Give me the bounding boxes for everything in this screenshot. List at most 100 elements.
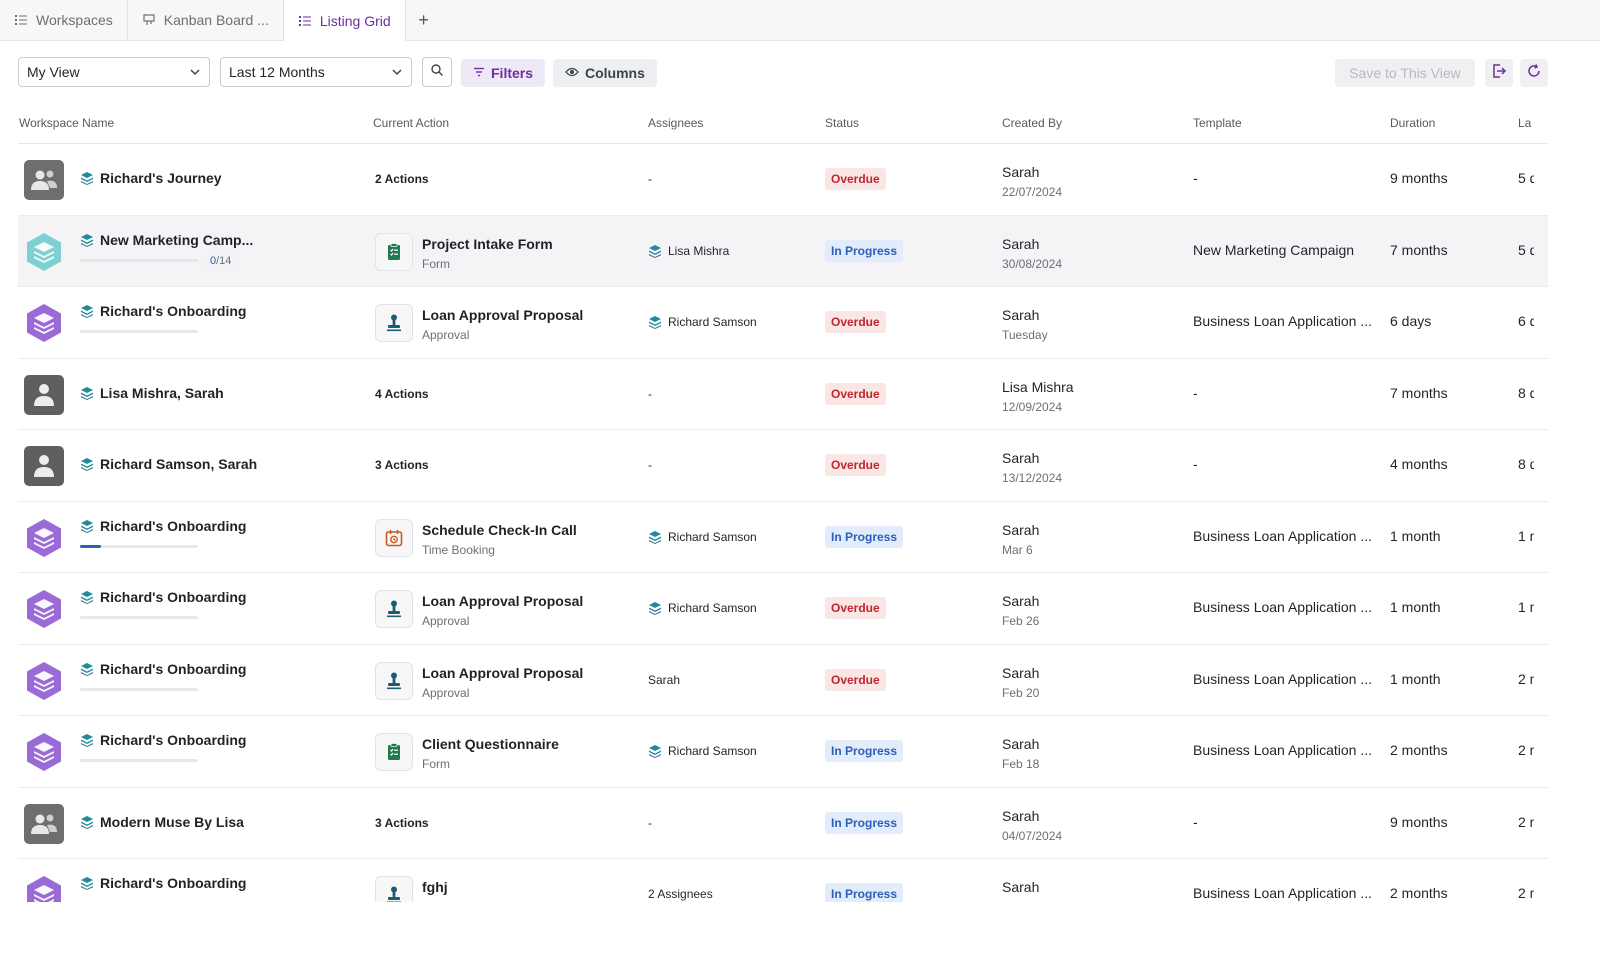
action-title[interactable]: Loan Approval Proposal xyxy=(422,593,583,609)
column-header[interactable]: Duration xyxy=(1390,116,1435,130)
table-row[interactable]: Richard Samson, Sarah 3 Actions - Overdue Sa… xyxy=(18,430,1548,502)
stack-icon xyxy=(80,876,94,890)
column-header[interactable]: Created By xyxy=(1002,116,1062,130)
workspace-name-cell[interactable]: Richard Samson, Sarah xyxy=(80,456,257,472)
duration-value: 7 months xyxy=(1390,384,1448,401)
actions-count[interactable]: 3 Actions xyxy=(375,458,429,472)
column-header[interactable]: Status xyxy=(825,116,859,130)
stack-icon xyxy=(80,304,94,318)
column-header[interactable]: La xyxy=(1518,116,1534,130)
created-by-name: Sarah xyxy=(1002,879,1040,895)
created-date: Mar 6 xyxy=(1002,542,1033,557)
duration-value: 2 months xyxy=(1390,742,1448,758)
table-row[interactable]: Richard's Onboarding fghj Approval 2 Assign… xyxy=(18,859,1548,902)
workspace-hexagon-icon xyxy=(24,232,64,272)
assignee-cell: Sarah xyxy=(648,673,680,687)
column-header[interactable]: Assignees xyxy=(648,116,703,130)
created-date: Feb 18 xyxy=(1002,757,1040,771)
last-activity-value: 5 d xyxy=(1518,170,1534,186)
table-row[interactable]: Richard's Onboarding Loan Approval Propos… xyxy=(18,573,1548,645)
progress-fill xyxy=(80,544,102,548)
created-by-name: Sarah xyxy=(1002,736,1040,752)
created-by-name: Sarah xyxy=(1002,593,1040,609)
actions-count[interactable]: 2 Actions xyxy=(375,172,429,186)
created-by-name: Lisa Mishra xyxy=(1002,378,1074,395)
table-row[interactable]: Modern Muse By Lisa 3 Actions - In Progress… xyxy=(18,788,1548,859)
workspace-name-cell[interactable]: Richard's Onboarding xyxy=(80,303,246,319)
action-title[interactable]: Client Questionnaire xyxy=(422,736,559,752)
assignee-name: Richard Samson xyxy=(668,529,757,544)
table-row[interactable]: Richard's Journey 2 Actions - Overdue Sarah 2… xyxy=(18,144,1548,216)
column-header[interactable]: Workspace Name xyxy=(19,116,114,130)
action-type: Approval xyxy=(422,328,470,342)
workspace-name-cell[interactable]: Richard's Onboarding xyxy=(80,661,246,677)
template-name: Business Loan Application ... xyxy=(1193,742,1373,758)
assignee-cell: 2 Assignees xyxy=(648,887,713,901)
status-badge: Overdue xyxy=(825,382,886,405)
progress-bar xyxy=(80,759,198,762)
workspace-hexagon-icon xyxy=(24,875,64,902)
action-title[interactable]: fghj xyxy=(422,879,448,895)
table-row[interactable]: Richard's Onboarding Client Questionnaire… xyxy=(18,716,1548,788)
assignee-name: Lisa Mishra xyxy=(668,243,730,258)
progress-bar xyxy=(80,687,198,691)
table-row[interactable]: Richard's Onboarding Schedule Check-In Ca… xyxy=(18,502,1548,573)
duration-value: 2 months xyxy=(1390,885,1448,901)
template-name: Business Loan Application ... xyxy=(1193,670,1373,687)
last-activity-value: 5 d xyxy=(1518,241,1534,258)
workspace-name-cell[interactable]: Richard's Journey xyxy=(80,170,222,186)
status-badge: Overdue xyxy=(825,668,886,691)
template-name: New Marketing Campaign xyxy=(1193,241,1355,258)
status-badge: In Progress xyxy=(825,239,904,262)
table-row[interactable]: Lisa Mishra, Sarah 4 Actions - Overdue Lisa … xyxy=(18,359,1548,430)
action-title[interactable]: Loan Approval Proposal xyxy=(422,307,583,323)
workspace-name-cell[interactable]: Lisa Mishra, Sarah xyxy=(80,385,224,401)
workspace-hexagon-icon xyxy=(24,661,64,701)
created-by-name: Sarah xyxy=(1002,164,1040,180)
created-by-name: Sarah xyxy=(1002,807,1040,824)
actions-count[interactable]: 4 Actions xyxy=(375,387,429,401)
stack-icon xyxy=(80,733,94,747)
assignee-cell: Richard Samson xyxy=(648,530,757,544)
duration-value: 7 months xyxy=(1390,241,1448,258)
workspace-name-cell[interactable]: Modern Muse By Lisa xyxy=(80,814,244,830)
assignee-cell: - xyxy=(648,172,652,186)
action-type: Approval xyxy=(422,900,469,902)
table-row[interactable]: Richard's Onboarding Loan Approval Propos… xyxy=(18,645,1548,716)
status-badge: In Progress xyxy=(825,525,904,548)
workspace-name: New Marketing Camp... xyxy=(100,231,254,248)
template-name: Business Loan Application ... xyxy=(1193,885,1373,901)
template-name: - xyxy=(1193,813,1198,830)
action-type: Approval xyxy=(422,614,470,628)
last-activity-value: 1 m xyxy=(1518,599,1534,615)
action-title[interactable]: Loan Approval Proposal xyxy=(422,665,583,681)
created-by-name: Sarah xyxy=(1002,664,1040,681)
action-title[interactable]: Project Intake Form xyxy=(422,236,553,252)
assignee-cell: Richard Samson xyxy=(648,315,757,329)
assignee-name: 2 Assignees xyxy=(648,887,713,901)
status-badge: In Progress xyxy=(825,883,904,902)
table-row[interactable]: New Marketing Camp... 0/14 Project Intake … xyxy=(18,215,1548,287)
created-date: 13/12/2024 xyxy=(1002,471,1063,485)
workspace-name-cell[interactable]: Richard's Onboarding xyxy=(80,732,246,748)
action-title[interactable]: Schedule Check-In Call xyxy=(422,522,577,538)
workspace-name: Richard's Onboarding xyxy=(100,732,247,748)
badge-total: /14 xyxy=(216,254,232,267)
workspace-name-cell[interactable]: Richard's Onboarding xyxy=(80,875,246,891)
last-activity-value: 8 d xyxy=(1518,384,1534,401)
column-header[interactable]: Current Action xyxy=(373,116,449,130)
stamp-icon xyxy=(375,590,413,628)
stack-icon xyxy=(80,171,94,185)
column-header[interactable]: Template xyxy=(1193,116,1242,130)
stack-icon xyxy=(80,457,94,471)
workspace-hexagon-icon xyxy=(24,303,64,343)
table-row[interactable]: Richard's Onboarding Loan Approval Propos… xyxy=(18,287,1548,359)
table-body: Richard's Journey 2 Actions - Overdue Sarah 2… xyxy=(18,144,1548,902)
template-name: - xyxy=(1193,384,1198,401)
workspace-name-cell[interactable]: Richard's Onboarding xyxy=(80,518,246,534)
duration-value: 9 months xyxy=(1390,813,1448,830)
workspace-name-cell[interactable]: Richard's Onboarding xyxy=(80,589,246,605)
actions-count[interactable]: 3 Actions xyxy=(375,816,429,830)
avatar xyxy=(24,446,64,486)
workspace-name-cell[interactable]: New Marketing Camp... xyxy=(80,232,253,248)
